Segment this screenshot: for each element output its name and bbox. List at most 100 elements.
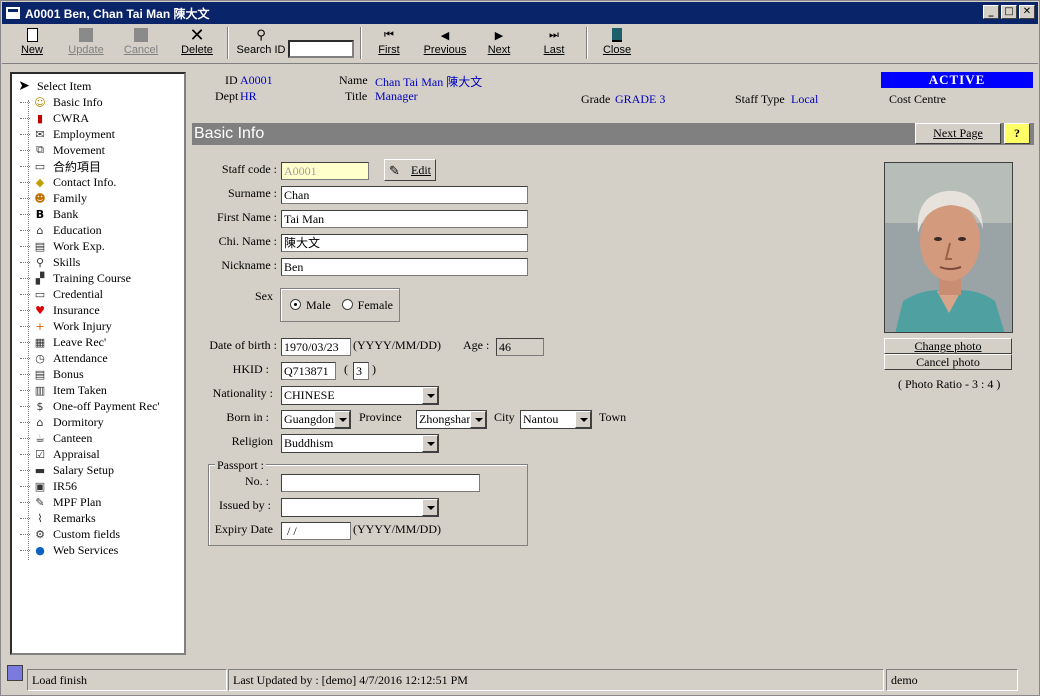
tree-item-[interactable]: ▭ 合約項目 [12, 158, 184, 174]
issued-by-label: Issued by : [219, 498, 271, 512]
tree-item-movement[interactable]: ⧉ Movement [12, 142, 184, 158]
tree-item-work-injury[interactable]: + Work Injury [12, 318, 184, 334]
radio-selected-icon [290, 299, 301, 310]
religion-select[interactable]: Buddhism [281, 434, 439, 453]
nationality-select[interactable]: CHINESE [281, 386, 439, 405]
tree-item-family[interactable]: ☻ Family [12, 190, 184, 206]
age-label: Age : [463, 338, 490, 352]
dob-field[interactable]: 1970/03/23 [281, 338, 351, 356]
tree-item-contact-info[interactable]: ◆ Contact Info. [12, 174, 184, 190]
pointer-icon: ➤ [18, 78, 30, 94]
bank-icon: B [35, 207, 45, 221]
help-button[interactable]: ? [1004, 123, 1030, 144]
cancel-button[interactable]: Cancel [121, 26, 161, 62]
tree-item-remarks[interactable]: ⌇ Remarks [12, 510, 184, 526]
staff-type-label: Staff Type [735, 92, 785, 106]
chi-name-field[interactable]: 陳大文 [281, 234, 528, 252]
chi-name-label: Chi. Name : [218, 234, 277, 248]
cost-centre-label: Cost Centre [889, 92, 946, 106]
hkid-check-digit-field[interactable]: 3 [353, 362, 369, 380]
tree-item-training-course[interactable]: ▞ Training Course [12, 270, 184, 286]
cancel-photo-button[interactable]: Cancel photo [884, 354, 1012, 370]
next-button[interactable]: ▶ Next [484, 26, 514, 62]
heart-icon: ♥ [35, 303, 45, 317]
title-bar: A0001 Ben, Chan Tai Man 陳大文 _ □ ✕ [2, 2, 1038, 24]
edit-button[interactable]: ✎ Edit [384, 159, 436, 181]
sex-female-radio[interactable]: Female [341, 298, 393, 312]
tree-item-custom-fields[interactable]: ⚙ Custom fields [12, 526, 184, 542]
tree-item-salary-setup[interactable]: ▬ Salary Setup [12, 462, 184, 478]
paperclip-icon: ⌇ [37, 511, 43, 525]
tree-item-work-exp[interactable]: ▤ Work Exp. [12, 238, 184, 254]
previous-button[interactable]: ◀ Previous [422, 26, 468, 62]
tree-item-employment[interactable]: ✉ Employment [12, 126, 184, 142]
tree-item-one-off-payment-rec[interactable]: $ One-off Payment Rec' [12, 398, 184, 414]
tree-item-bank[interactable]: B Bank [12, 206, 184, 222]
previous-icon: ◀ [440, 28, 450, 42]
tree-item-mpf-plan[interactable]: ✎ MPF Plan [12, 494, 184, 510]
minimize-button[interactable]: _ [983, 5, 999, 19]
dropdown-arrow-icon [422, 435, 438, 452]
first-name-field[interactable]: Tai Man [281, 210, 528, 228]
disk-icon: ▣ [34, 479, 46, 493]
tree-item-cwra[interactable]: ▮ CWRA [12, 110, 184, 126]
close-window-button[interactable]: ✕ [1019, 5, 1035, 19]
tree-item-dormitory[interactable]: ⌂ Dormitory [12, 414, 184, 430]
tree-root[interactable]: ➤ Select Item [12, 78, 184, 94]
search-button[interactable]: ⚲ Search ID [234, 26, 288, 62]
update-icon [79, 28, 93, 42]
tree-item-skills[interactable]: ⚲ Skills [12, 254, 184, 270]
expiry-field[interactable]: / / [281, 522, 351, 540]
dropdown-arrow-icon [422, 499, 438, 516]
tree-item-web-services[interactable]: ● Web Services [12, 542, 184, 558]
title-label: Title [345, 89, 368, 103]
next-icon: ▶ [494, 28, 504, 42]
window-title: A0001 Ben, Chan Tai Man 陳大文 [25, 6, 210, 21]
next-page-button[interactable]: Next Page [915, 123, 1001, 144]
tree-item-ir56[interactable]: ▣ IR56 [12, 478, 184, 494]
surname-field[interactable]: Chan [281, 186, 528, 204]
tree-item-education[interactable]: ⌂ Education [12, 222, 184, 238]
last-updated-info: Last Updated by : [demo] 4/7/2016 12:12:… [228, 669, 884, 691]
door-icon [612, 28, 622, 42]
calendar-icon: ▦ [34, 335, 46, 349]
contact-icon: ◆ [35, 175, 45, 189]
tree-item-credential[interactable]: ▭ Credential [12, 286, 184, 302]
book-icon: ▮ [36, 111, 44, 125]
tree-item-attendance[interactable]: ◷ Attendance [12, 350, 184, 366]
nickname-field[interactable]: Ben [281, 258, 528, 276]
province-select[interactable]: Zhongshan [416, 410, 487, 429]
tree-item-canteen[interactable]: ☕ Canteen [12, 430, 184, 446]
salary-icon: ▬ [34, 463, 46, 477]
hkid-field[interactable]: Q713871 [281, 362, 336, 380]
born-in-select[interactable]: Guangdong [281, 410, 351, 429]
delete-button[interactable]: ✕ Delete [177, 25, 217, 62]
update-button[interactable]: Update [66, 26, 106, 62]
tree-item-leave-rec[interactable]: ▦ Leave Rec' [12, 334, 184, 350]
credential-icon: ▭ [34, 287, 46, 301]
search-id-input[interactable] [288, 40, 354, 58]
staff-code-field[interactable]: A0001 [281, 162, 369, 180]
new-button[interactable]: New [16, 26, 48, 62]
passport-no-field[interactable] [281, 474, 480, 492]
city-select[interactable]: Nantou [520, 410, 592, 429]
tree-item-bonus[interactable]: ▤ Bonus [12, 366, 184, 382]
issued-by-select[interactable] [281, 498, 439, 517]
passport-no-label: No. : [245, 474, 269, 488]
tree-item-item-taken[interactable]: ▥ Item Taken [12, 382, 184, 398]
status-indicator-icon [7, 665, 23, 681]
nickname-label: Nickname : [221, 258, 277, 272]
mail-icon: ✉ [35, 127, 45, 141]
first-button[interactable]: ⏮ First [374, 26, 404, 62]
change-photo-button[interactable]: Change photo [884, 338, 1012, 354]
age-field: 46 [496, 338, 544, 356]
religion-label: Religion [231, 434, 273, 448]
maximize-button[interactable]: □ [1001, 5, 1017, 19]
tree-item-appraisal[interactable]: ☑ Appraisal [12, 446, 184, 462]
sex-male-radio[interactable]: Male [290, 298, 331, 312]
tree-item-basic-info[interactable]: ☺ Basic Info [12, 94, 184, 110]
grade-label: Grade [581, 92, 611, 106]
last-button[interactable]: ⏭ Last [539, 26, 569, 62]
close-button[interactable]: Close [600, 26, 634, 62]
tree-item-insurance[interactable]: ♥ Insurance [12, 302, 184, 318]
